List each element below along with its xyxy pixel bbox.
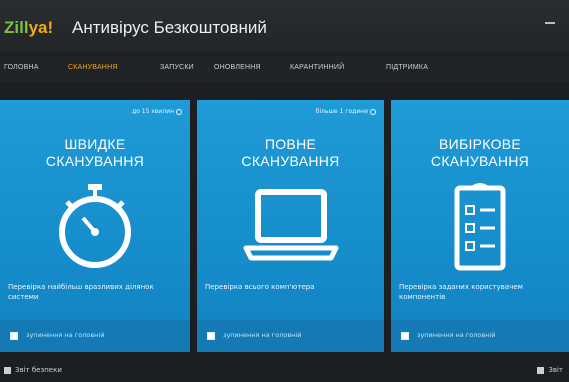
card-title-line2: СКАНУВАННЯ <box>241 153 340 169</box>
full-scan-card[interactable]: більше 1 години ПОВНЕ СКАНУВАННЯ Перевір… <box>197 100 384 352</box>
shutdown-checkbox[interactable] <box>10 332 18 340</box>
report-link[interactable]: Звіт <box>537 366 563 374</box>
report-label: Звіт <box>548 366 563 374</box>
card-time-label: більше 1 години <box>315 108 368 115</box>
card-footer: зупинення на головній <box>197 320 384 352</box>
card-title-line2: СКАНУВАННЯ <box>45 153 145 169</box>
card-title: ПОВНЕ СКАНУВАННЯ <box>197 136 384 170</box>
bottom-bar: Звіт безпеки Звіт <box>0 360 569 382</box>
checklist-icon <box>391 182 569 272</box>
shutdown-checkbox[interactable] <box>401 332 409 340</box>
app-title: Антивірус Безкоштовний <box>72 18 267 37</box>
scan-cards: до 15 хвилин ШВИДКЕ СКАНУВАННЯ Перевірка… <box>0 100 569 352</box>
logo-text-part1: Zill <box>4 18 29 37</box>
checkbox-label: зупинення на головній <box>223 331 302 339</box>
card-title-line2: СКАНУВАННЯ <box>430 153 530 169</box>
card-description: Перевірка найбільш вразливих ділянок сис… <box>8 283 154 301</box>
nav-item-home[interactable]: ГОЛОВНА <box>4 64 39 71</box>
clock-icon <box>370 108 376 115</box>
card-footer: зупинення на головній <box>391 320 569 352</box>
nav-item-support[interactable]: ПІДТРИМКА <box>386 64 428 71</box>
custom-scan-card[interactable]: ВИБІРКОВЕ СКАНУВАННЯ Перевірка заданих к… <box>391 100 569 352</box>
app-logo: Zillya! <box>4 18 53 38</box>
stopwatch-icon <box>0 182 190 272</box>
card-time-note: до 15 хвилин <box>132 108 182 115</box>
card-title: ВИБІРКОВЕ СКАНУВАННЯ <box>391 136 569 170</box>
card-title-line1: ВИБІРКОВЕ <box>438 136 522 152</box>
checkbox-label: зупинення на головній <box>26 331 105 339</box>
card-title-line1: ШВИДКЕ <box>64 136 126 152</box>
quick-scan-card[interactable]: до 15 хвилин ШВИДКЕ СКАНУВАННЯ Перевірка… <box>0 100 190 352</box>
checkbox-label: зупинення на головній <box>417 331 496 339</box>
clock-icon <box>176 108 182 115</box>
main-nav: ГОЛОВНА СКАНУВАННЯ ЗАПУСКИ ОНОВЛЕННЯ КАР… <box>0 56 569 82</box>
card-description: Перевірка всього комп'ютера <box>205 283 315 291</box>
nav-item-scan[interactable]: СКАНУВАННЯ <box>68 64 118 71</box>
security-report-link[interactable]: Звіт безпеки <box>4 366 62 374</box>
card-title: ШВИДКЕ СКАНУВАННЯ <box>0 136 190 170</box>
card-title-line1: ПОВНЕ <box>264 136 317 152</box>
card-footer: зупинення на головній <box>0 320 190 352</box>
card-time-note: більше 1 години <box>316 108 376 115</box>
minimize-icon[interactable] <box>545 22 555 24</box>
logo-text-part2: ya! <box>28 18 54 37</box>
shutdown-checkbox[interactable] <box>207 332 215 340</box>
card-time-label: до 15 хвилин <box>132 108 174 115</box>
card-description: Перевірка заданих користувачем компонент… <box>399 283 523 301</box>
nav-item-quarantine[interactable]: КАРАНТИННИЙ <box>290 64 344 71</box>
title-bar: Zillya! Антивірус Безкоштовний <box>0 0 569 52</box>
nav-item-update[interactable]: ОНОВЛЕННЯ <box>214 64 261 71</box>
report-icon <box>4 366 11 374</box>
report-icon <box>537 366 545 374</box>
nav-item-launches[interactable]: ЗАПУСКИ <box>160 64 194 71</box>
security-report-label: Звіт безпеки <box>15 366 62 374</box>
laptop-icon <box>197 182 384 272</box>
